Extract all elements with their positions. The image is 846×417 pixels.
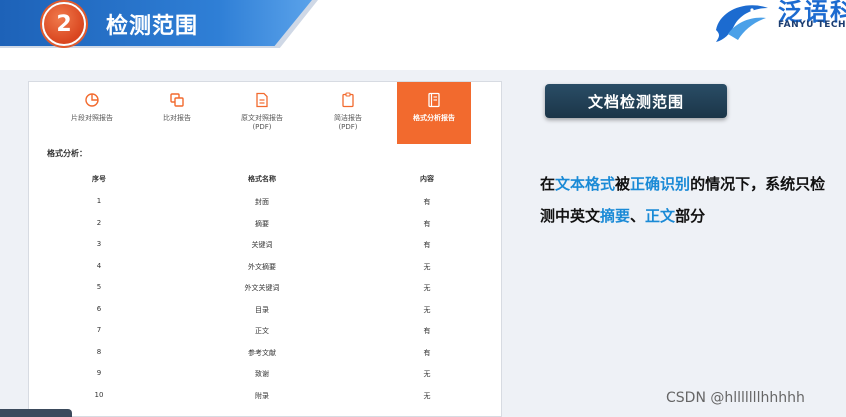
header-index: 序号 (92, 175, 106, 183)
report-preview-card: 片段对照报告 比对报告 原文对照报告 (PDF) 简洁报告 (PDF) 格式分析… (28, 81, 502, 417)
table-row: 8 参考文献 有 (29, 348, 501, 362)
cell-format-name: 封面 (255, 198, 269, 206)
table-row: 5 外文关键词 无 (29, 283, 501, 297)
desc-highlight: 摘要 (600, 207, 631, 225)
report-tabs: 片段对照报告 比对报告 原文对照报告 (PDF) 简洁报告 (PDF) 格式分析… (29, 82, 501, 144)
table-row: 6 目录 无 (29, 305, 501, 319)
table-header: 序号 格式名称 内容 (29, 174, 501, 188)
cell-index: 10 (94, 390, 104, 399)
page-title: 检测范围 (106, 14, 199, 39)
desc-text: 被 (615, 175, 631, 193)
table-row: 2 摘要 有 (29, 219, 501, 233)
desc-highlight: 正确识别 (630, 175, 691, 193)
logo-text-en: FANYU TECHNOL (778, 20, 846, 30)
tab-fragment-report[interactable]: 片段对照报告 (55, 82, 129, 144)
table-row: 4 外文摘要 无 (29, 262, 501, 276)
cell-content: 无 (423, 262, 431, 271)
cell-content: 有 (423, 241, 431, 249)
tab-format-analysis-report[interactable]: 格式分析报告 (397, 82, 471, 144)
cell-content: 无 (423, 391, 431, 400)
cell-index: 2 (96, 218, 102, 227)
cell-content: 有 (423, 327, 431, 335)
section-label: 格式分析： (47, 149, 87, 158)
clipboard-icon (342, 92, 354, 108)
cell-format-name: 关键词 (251, 241, 273, 249)
cell-content: 有 (423, 348, 431, 357)
scope-title-pill: 文档检测范围 (545, 84, 727, 118)
cell-index: 4 (96, 261, 102, 270)
cell-format-name: 致谢 (255, 370, 269, 378)
cell-index: 5 (96, 283, 102, 291)
desc-highlight: 正文 (645, 207, 676, 225)
tab-compare-report[interactable]: 比对报告 (140, 82, 214, 144)
cell-index: 8 (96, 347, 102, 356)
cell-format-name: 外文关键词 (244, 284, 280, 292)
cell-content: 有 (423, 198, 431, 206)
tab-label: 片段对照报告 (71, 114, 113, 122)
dolphin-logo-icon (716, 5, 768, 43)
csdn-watermark: CSDN @hlllllllhhhhh (666, 390, 805, 406)
cell-format-name: 正文 (255, 327, 269, 335)
tab-label: 格式分析报告 (413, 114, 455, 122)
desc-highlight: 文本格式 (555, 175, 616, 193)
table-row: 7 正文 有 (29, 326, 501, 340)
pie-chart-icon (85, 93, 99, 107)
tab-original-compare-report[interactable]: 原文对照报告 (PDF) (225, 82, 299, 144)
document-icon (256, 92, 268, 108)
tab-label: 比对报告 (163, 114, 191, 122)
tab-brief-report[interactable]: 简洁报告 (PDF) (311, 82, 385, 144)
header-format-name: 格式名称 (248, 175, 276, 183)
copy-icon (170, 93, 184, 107)
cell-format-name: 参考文献 (248, 348, 276, 357)
cell-content: 无 (423, 370, 431, 378)
cell-index: 1 (96, 197, 102, 205)
cell-format-name: 外文摘要 (248, 262, 276, 271)
desc-text: 在 (540, 175, 556, 193)
section-number-badge: 2 (42, 2, 86, 46)
desc-text: 、 (630, 207, 646, 225)
corner-toolbar-stub (0, 409, 72, 417)
table-row: 9 致谢 无 (29, 369, 501, 383)
desc-text: 部分 (675, 207, 706, 225)
table-row: 1 封面 有 (29, 197, 501, 211)
cell-index: 6 (96, 304, 102, 313)
cell-index: 3 (96, 240, 102, 248)
cell-content: 无 (423, 305, 431, 314)
cell-content: 有 (423, 219, 431, 228)
table-row: 10 附录 无 (29, 391, 501, 405)
cell-index: 7 (96, 326, 102, 334)
cell-format-name: 目录 (255, 305, 269, 314)
cell-format-name: 附录 (255, 391, 269, 400)
book-icon (428, 92, 440, 108)
cell-index: 9 (96, 369, 102, 377)
cell-content: 无 (423, 284, 431, 292)
cell-format-name: 摘要 (255, 219, 269, 228)
scope-description: 在文本格式被正确识别的情况下，系统只检测中英文摘要、正文部分 (540, 168, 830, 232)
table-row: 3 关键词 有 (29, 240, 501, 254)
tab-label: 简洁报告 (PDF) (334, 114, 362, 131)
tab-label: 原文对照报告 (PDF) (241, 114, 283, 131)
header-content: 内容 (420, 175, 434, 183)
